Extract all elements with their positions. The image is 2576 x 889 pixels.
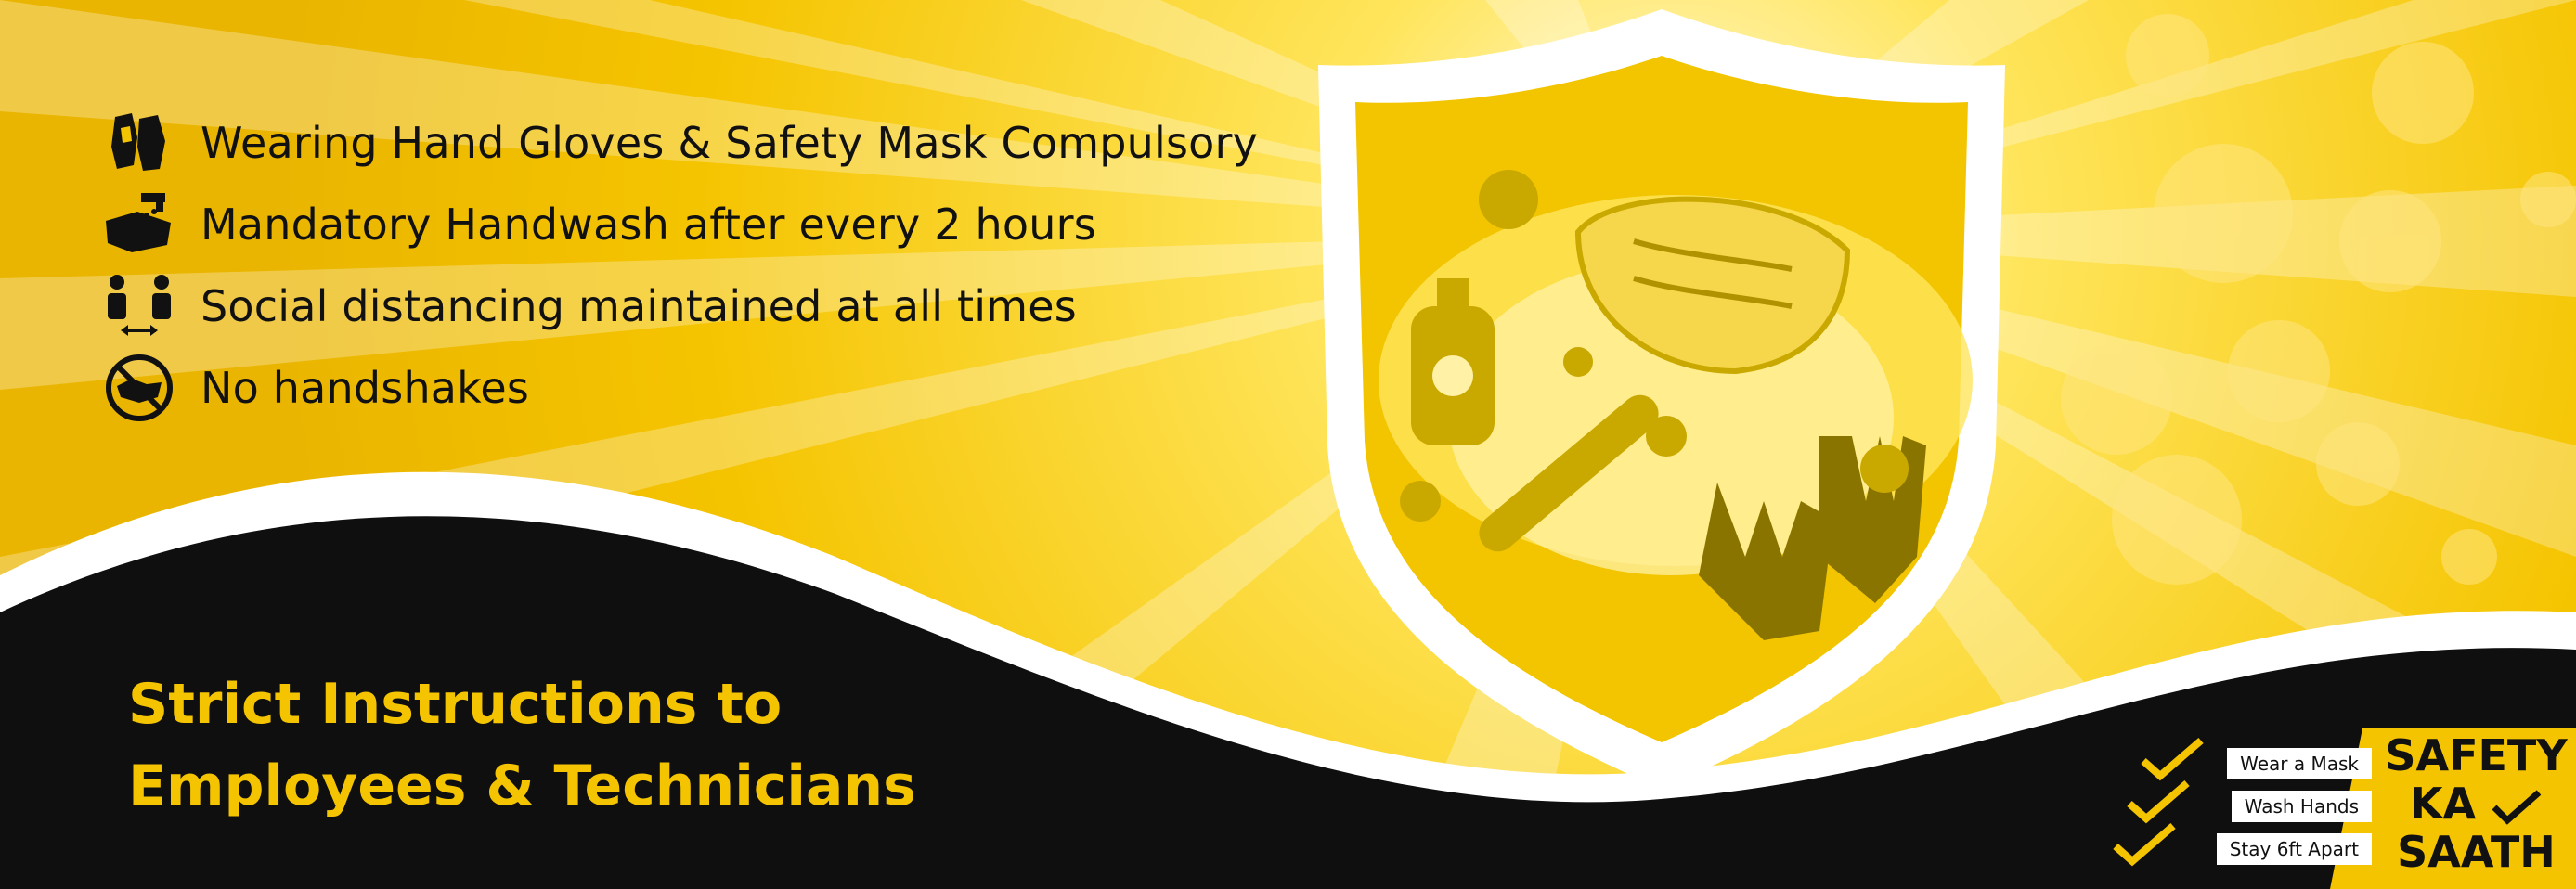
logo-line-2-text: KA: [2409, 779, 2477, 829]
headline-line-2: Employees & Technicians: [128, 754, 916, 818]
safety-ka-saath-logo: SAFETY KA SAATH: [2376, 731, 2576, 876]
rule-text: Mandatory Handwash after every 2 hours: [201, 200, 1096, 250]
logo-line-2: KA: [2376, 779, 2576, 828]
logo-checkmark-icon: [2492, 789, 2542, 825]
rule-no-handshake: No handshakes: [102, 347, 1309, 429]
rule-text: No handshakes: [201, 363, 530, 413]
social-distancing-icon: [102, 269, 176, 343]
safety-checklist: Wear a Mask Wash Hands Stay 6ft Apart: [2112, 737, 2372, 870]
rule-handwash: Mandatory Handwash after every 2 hours: [102, 184, 1309, 265]
logo-line-3: SAATH: [2397, 827, 2556, 877]
checklist-label: Stay 6ft Apart: [2216, 833, 2372, 865]
headline-line-1: Strict Instructions to: [128, 672, 783, 737]
checklist-label: Wear a Mask: [2227, 748, 2372, 779]
checkmark-icon: [2141, 737, 2204, 781]
rules-list: Wearing Hand Gloves & Safety Mask Compul…: [102, 102, 1309, 429]
rule-social-distancing: Social distancing maintained at all time…: [102, 265, 1309, 347]
logo-line-1: SAFETY: [2385, 730, 2568, 780]
handwash-icon: [102, 187, 176, 262]
rule-text: Wearing Hand Gloves & Safety Mask Compul…: [201, 118, 1258, 168]
checklist-label: Wash Hands: [2231, 791, 2372, 822]
headline: Strict Instructions to Employees & Techn…: [128, 664, 1056, 827]
rule-text: Social distancing maintained at all time…: [201, 281, 1077, 331]
checkmark-icon: [2113, 822, 2176, 867]
no-handshake-icon: [102, 351, 176, 425]
banner: Wearing Hand Gloves & Safety Mask Compul…: [0, 0, 2576, 889]
gloves-icon: [102, 106, 176, 180]
checkmark-icon: [2127, 779, 2190, 824]
rule-gloves-mask: Wearing Hand Gloves & Safety Mask Compul…: [102, 102, 1309, 184]
checklist-item: Stay 6ft Apart: [2112, 822, 2372, 870]
